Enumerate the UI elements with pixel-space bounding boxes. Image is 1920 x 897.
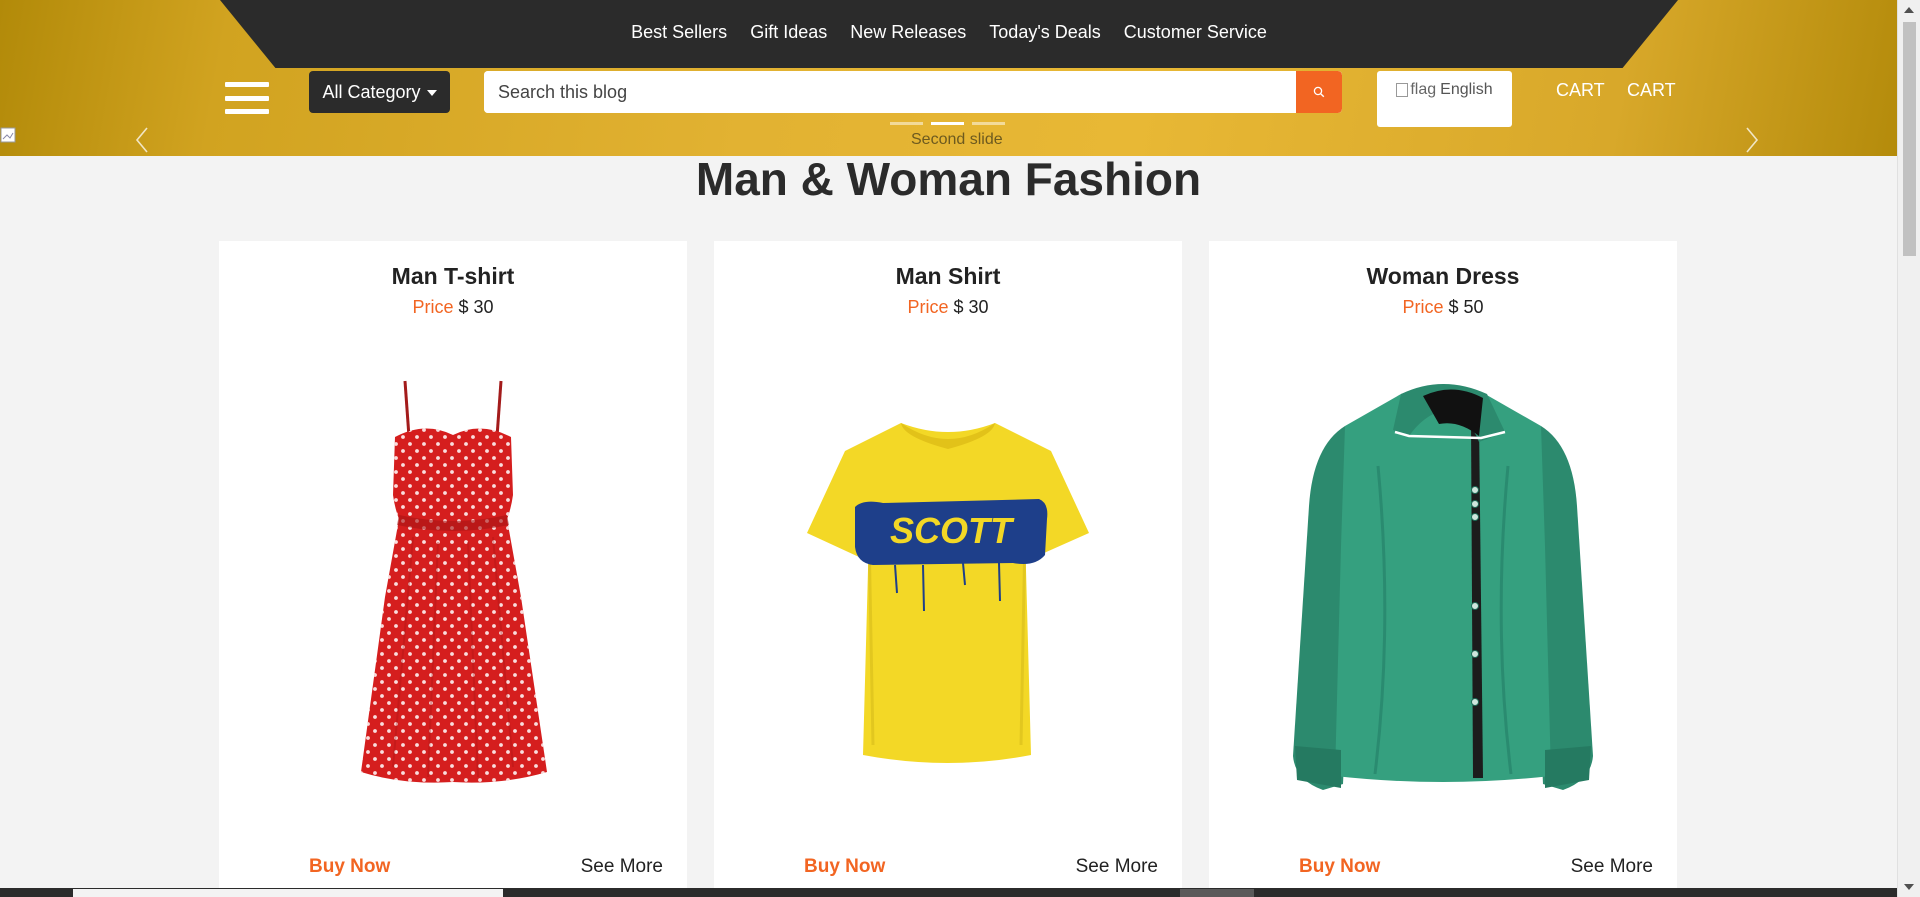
product-price: Price $ 30 bbox=[219, 297, 687, 318]
price-label: Price bbox=[412, 297, 454, 317]
section-title: Man & Woman Fashion bbox=[695, 153, 1202, 205]
tshirt-brand-text: SCOTT bbox=[890, 510, 1015, 551]
nav-gift-ideas[interactable]: Gift Ideas bbox=[750, 22, 827, 43]
price-value: $ 30 bbox=[458, 297, 494, 317]
product-title: Woman Dress bbox=[1366, 263, 1520, 289]
slide-caption: Second slide bbox=[911, 131, 1003, 148]
price-label: Price bbox=[1402, 297, 1444, 317]
carousel-prev-icon[interactable] bbox=[135, 127, 149, 153]
language-label: English bbox=[1440, 81, 1493, 98]
nav-todays-deals[interactable]: Today's Deals bbox=[989, 22, 1101, 43]
buy-now-button[interactable]: Buy Now bbox=[309, 856, 390, 878]
cart-link-2[interactable]: CART bbox=[1627, 80, 1676, 101]
flag-alt-text: flag bbox=[1410, 81, 1437, 98]
nav-customer-service[interactable]: Customer Service bbox=[1124, 22, 1267, 43]
carousel-indicators bbox=[890, 122, 1005, 125]
carousel-indicator[interactable] bbox=[890, 122, 923, 125]
buy-now-button[interactable]: Buy Now bbox=[1299, 856, 1380, 878]
top-navigation: Best Sellers Gift Ideas New Releases Tod… bbox=[220, 0, 1678, 68]
carousel-indicator-active[interactable] bbox=[931, 122, 964, 125]
see-more-link[interactable]: See More bbox=[1076, 856, 1158, 878]
hamburger-menu-icon[interactable] bbox=[225, 82, 269, 114]
search-icon bbox=[1313, 86, 1325, 98]
product-title: Man Shirt bbox=[895, 263, 1001, 289]
cart-link-1[interactable]: CART bbox=[1556, 80, 1605, 101]
product-card: Man Shirt Price $ 30 SCOTT Buy Now See M… bbox=[714, 241, 1182, 897]
carousel-indicator[interactable] bbox=[972, 122, 1005, 125]
price-value: $ 50 bbox=[1448, 297, 1484, 317]
hero-banner: Best Sellers Gift Ideas New Releases Tod… bbox=[0, 0, 1897, 156]
nav-new-releases[interactable]: New Releases bbox=[850, 22, 966, 43]
price-label: Price bbox=[907, 297, 949, 317]
search-input[interactable] bbox=[484, 71, 1296, 113]
scroll-up-arrow-icon[interactable] bbox=[1904, 7, 1914, 13]
scroll-down-arrow-icon[interactable] bbox=[1904, 884, 1914, 890]
carousel-next-icon[interactable] bbox=[1745, 127, 1759, 153]
buy-now-button[interactable]: Buy Now bbox=[804, 856, 885, 878]
product-card: Man T-shirt Price $ 30 Buy Now See More bbox=[219, 241, 687, 897]
language-selector[interactable]: flag English bbox=[1377, 71, 1512, 127]
product-image-green-shirt[interactable] bbox=[1283, 376, 1603, 792]
scrollbar-thumb[interactable] bbox=[1903, 22, 1916, 256]
nav-best-sellers[interactable]: Best Sellers bbox=[631, 22, 727, 43]
see-more-link[interactable]: See More bbox=[581, 856, 663, 878]
price-value: $ 30 bbox=[953, 297, 989, 317]
search-button[interactable] bbox=[1296, 71, 1342, 113]
flag-icon: flag bbox=[1396, 81, 1436, 99]
product-image-red-dress[interactable] bbox=[343, 377, 563, 785]
see-more-link[interactable]: See More bbox=[1571, 856, 1653, 878]
product-title: Man T-shirt bbox=[391, 263, 515, 289]
caret-down-icon bbox=[426, 90, 437, 96]
product-image-yellow-tshirt[interactable]: SCOTT bbox=[803, 415, 1093, 771]
product-price: Price $ 30 bbox=[714, 297, 1182, 318]
footer-section-edge bbox=[0, 888, 1897, 897]
broken-image-icon bbox=[0, 127, 18, 145]
search-bar bbox=[484, 71, 1342, 113]
vertical-scrollbar[interactable] bbox=[1897, 0, 1920, 897]
product-price: Price $ 50 bbox=[1209, 297, 1677, 318]
all-category-dropdown[interactable]: All Category bbox=[309, 71, 450, 113]
category-label: All Category bbox=[322, 81, 421, 102]
product-card: Woman Dress Price $ 50 Buy Now See More bbox=[1209, 241, 1677, 897]
